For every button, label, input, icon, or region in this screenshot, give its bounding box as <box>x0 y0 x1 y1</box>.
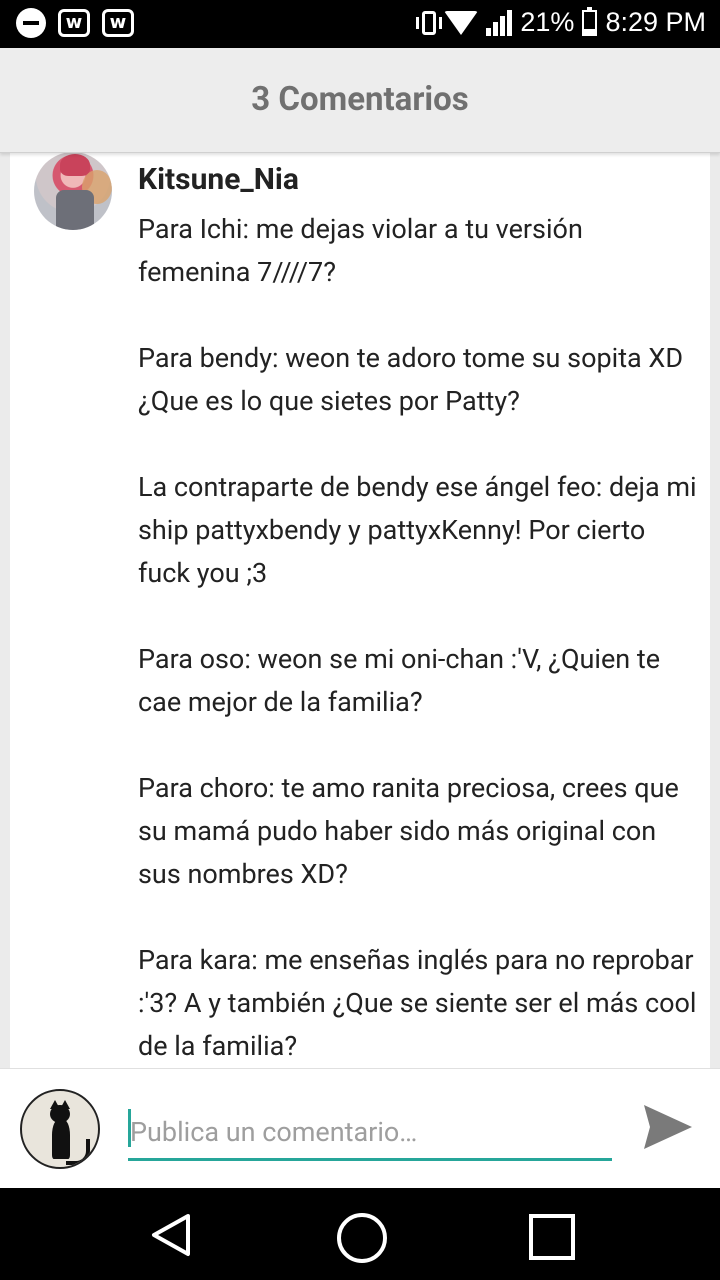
page-title: 3 Comentarios <box>251 80 469 119</box>
notification-icons: w w <box>16 8 134 38</box>
my-avatar <box>20 1089 100 1169</box>
comment-paragraph: La contraparte de bendy ese ángel feo: d… <box>138 471 697 589</box>
vibrate-icon <box>416 10 443 35</box>
app-header: 3 Comentarios <box>0 48 720 153</box>
wattpad-icon: w <box>102 9 134 37</box>
comment-input[interactable] <box>128 1105 612 1161</box>
comment-composer <box>0 1068 720 1189</box>
minus-circle-icon <box>16 8 46 38</box>
send-icon[interactable] <box>640 1099 696 1155</box>
wattpad-icon: w <box>58 9 90 37</box>
recent-apps-icon[interactable] <box>529 1214 575 1260</box>
home-icon[interactable] <box>337 1213 387 1263</box>
comment-paragraph: Para bendy: weon te adoro tome su sopita… <box>138 342 684 417</box>
comment-body: Para Ichi: me dejas violar a tu versión … <box>138 208 698 1068</box>
navigation-bar <box>0 1188 720 1280</box>
comment-author[interactable]: Kitsune_Nia <box>138 162 299 197</box>
signal-icon <box>486 9 513 36</box>
comment-paragraph: Para oso: weon se mi oni-chan :'V, ¿Quie… <box>138 643 661 718</box>
text-cursor <box>128 1109 131 1147</box>
comment-paragraph: Para kara: me enseñas inglés para no rep… <box>138 944 697 1062</box>
status-bar: w w 21% 8:29 PM <box>0 0 720 48</box>
battery-icon <box>582 6 598 36</box>
system-status: 21% 8:29 PM <box>416 6 706 38</box>
avatar[interactable] <box>34 152 112 230</box>
battery-percent: 21% <box>520 7 575 37</box>
comment-paragraph: Para Ichi: me dejas violar a tu versión … <box>138 213 583 288</box>
back-icon[interactable] <box>148 1212 194 1258</box>
clock: 8:29 PM <box>605 7 706 37</box>
comment-paragraph: Para choro: te amo ranita preciosa, cree… <box>138 772 679 890</box>
wifi-icon <box>444 10 479 35</box>
comment-card: Kitsune_Nia Para Ichi: me dejas violar a… <box>10 152 710 1068</box>
